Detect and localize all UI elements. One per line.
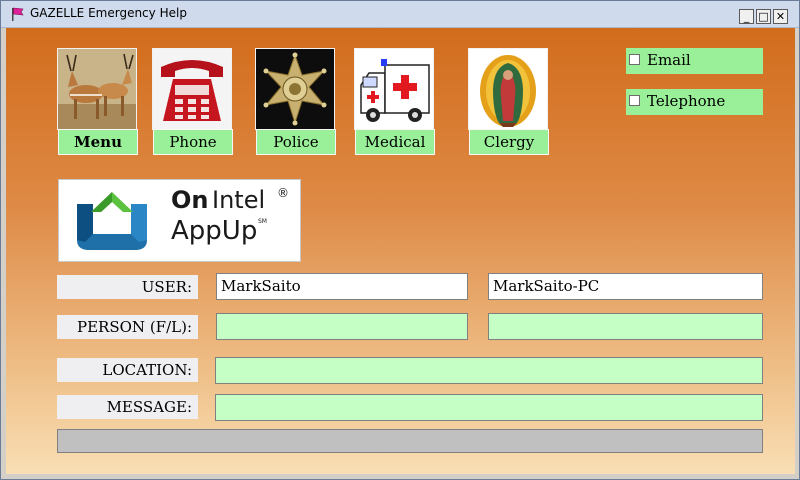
- person-last-field[interactable]: [488, 313, 763, 340]
- person-first-field[interactable]: [216, 313, 468, 340]
- pink-flag-icon: [12, 7, 24, 21]
- close-button[interactable]: ✕: [773, 9, 788, 24]
- client-area: Menu Phone Police Medical Clergy Email T…: [6, 28, 795, 474]
- person-label: PERSON (F/L):: [57, 315, 198, 339]
- telephone-checkbox-label: Telephone: [647, 92, 726, 110]
- email-checkbox-box[interactable]: [629, 54, 640, 65]
- appup-arrow-icon: [77, 192, 147, 250]
- message-label: MESSAGE:: [57, 395, 198, 419]
- clergy-tile[interactable]: Clergy: [468, 48, 549, 155]
- police-tile[interactable]: Police: [255, 48, 336, 155]
- logo-intel: Intel: [212, 186, 266, 214]
- telephone-checkbox-box[interactable]: [629, 95, 640, 106]
- police-label[interactable]: Police: [256, 129, 336, 155]
- email-checkbox[interactable]: Email: [626, 48, 763, 74]
- logo-on: On: [171, 186, 209, 214]
- gazelle-icon: [58, 49, 136, 129]
- clergy-icon: [469, 49, 547, 129]
- ambulance-icon: [355, 49, 433, 129]
- minimize-button[interactable]: _: [739, 9, 754, 24]
- location-field[interactable]: [215, 357, 763, 384]
- email-checkbox-label: Email: [647, 51, 691, 69]
- user-field[interactable]: MarkSaito: [216, 273, 468, 300]
- menu-tile[interactable]: Menu: [57, 48, 138, 155]
- telephone-checkbox[interactable]: Telephone: [626, 89, 763, 115]
- message-field[interactable]: [215, 394, 763, 421]
- logo-servicemark: SM: [258, 218, 267, 225]
- phone-icon: [153, 49, 231, 129]
- user-label: USER:: [57, 275, 198, 299]
- police-badge-icon: [256, 49, 334, 129]
- window-title: GAZELLE Emergency Help: [30, 6, 187, 20]
- host-field[interactable]: MarkSaito-PC: [488, 273, 763, 300]
- location-label: LOCATION:: [57, 358, 198, 382]
- maximize-button[interactable]: □: [756, 9, 771, 24]
- phone-label[interactable]: Phone: [153, 129, 233, 155]
- clergy-label[interactable]: Clergy: [469, 129, 549, 155]
- app-window: GAZELLE Emergency Help _ □ ✕ Menu Phone …: [0, 0, 800, 480]
- logo-appup: AppUp: [171, 216, 258, 246]
- menu-label[interactable]: Menu: [58, 129, 138, 155]
- phone-tile[interactable]: Phone: [152, 48, 233, 155]
- title-bar[interactable]: GAZELLE Emergency Help _ □ ✕: [1, 1, 799, 28]
- status-bar: [57, 429, 763, 453]
- medical-label[interactable]: Medical: [355, 129, 435, 155]
- logo-registered: ®: [277, 186, 289, 200]
- medical-tile[interactable]: Medical: [354, 48, 435, 155]
- appup-logo[interactable]: On Intel ® AppUp SM: [58, 179, 301, 262]
